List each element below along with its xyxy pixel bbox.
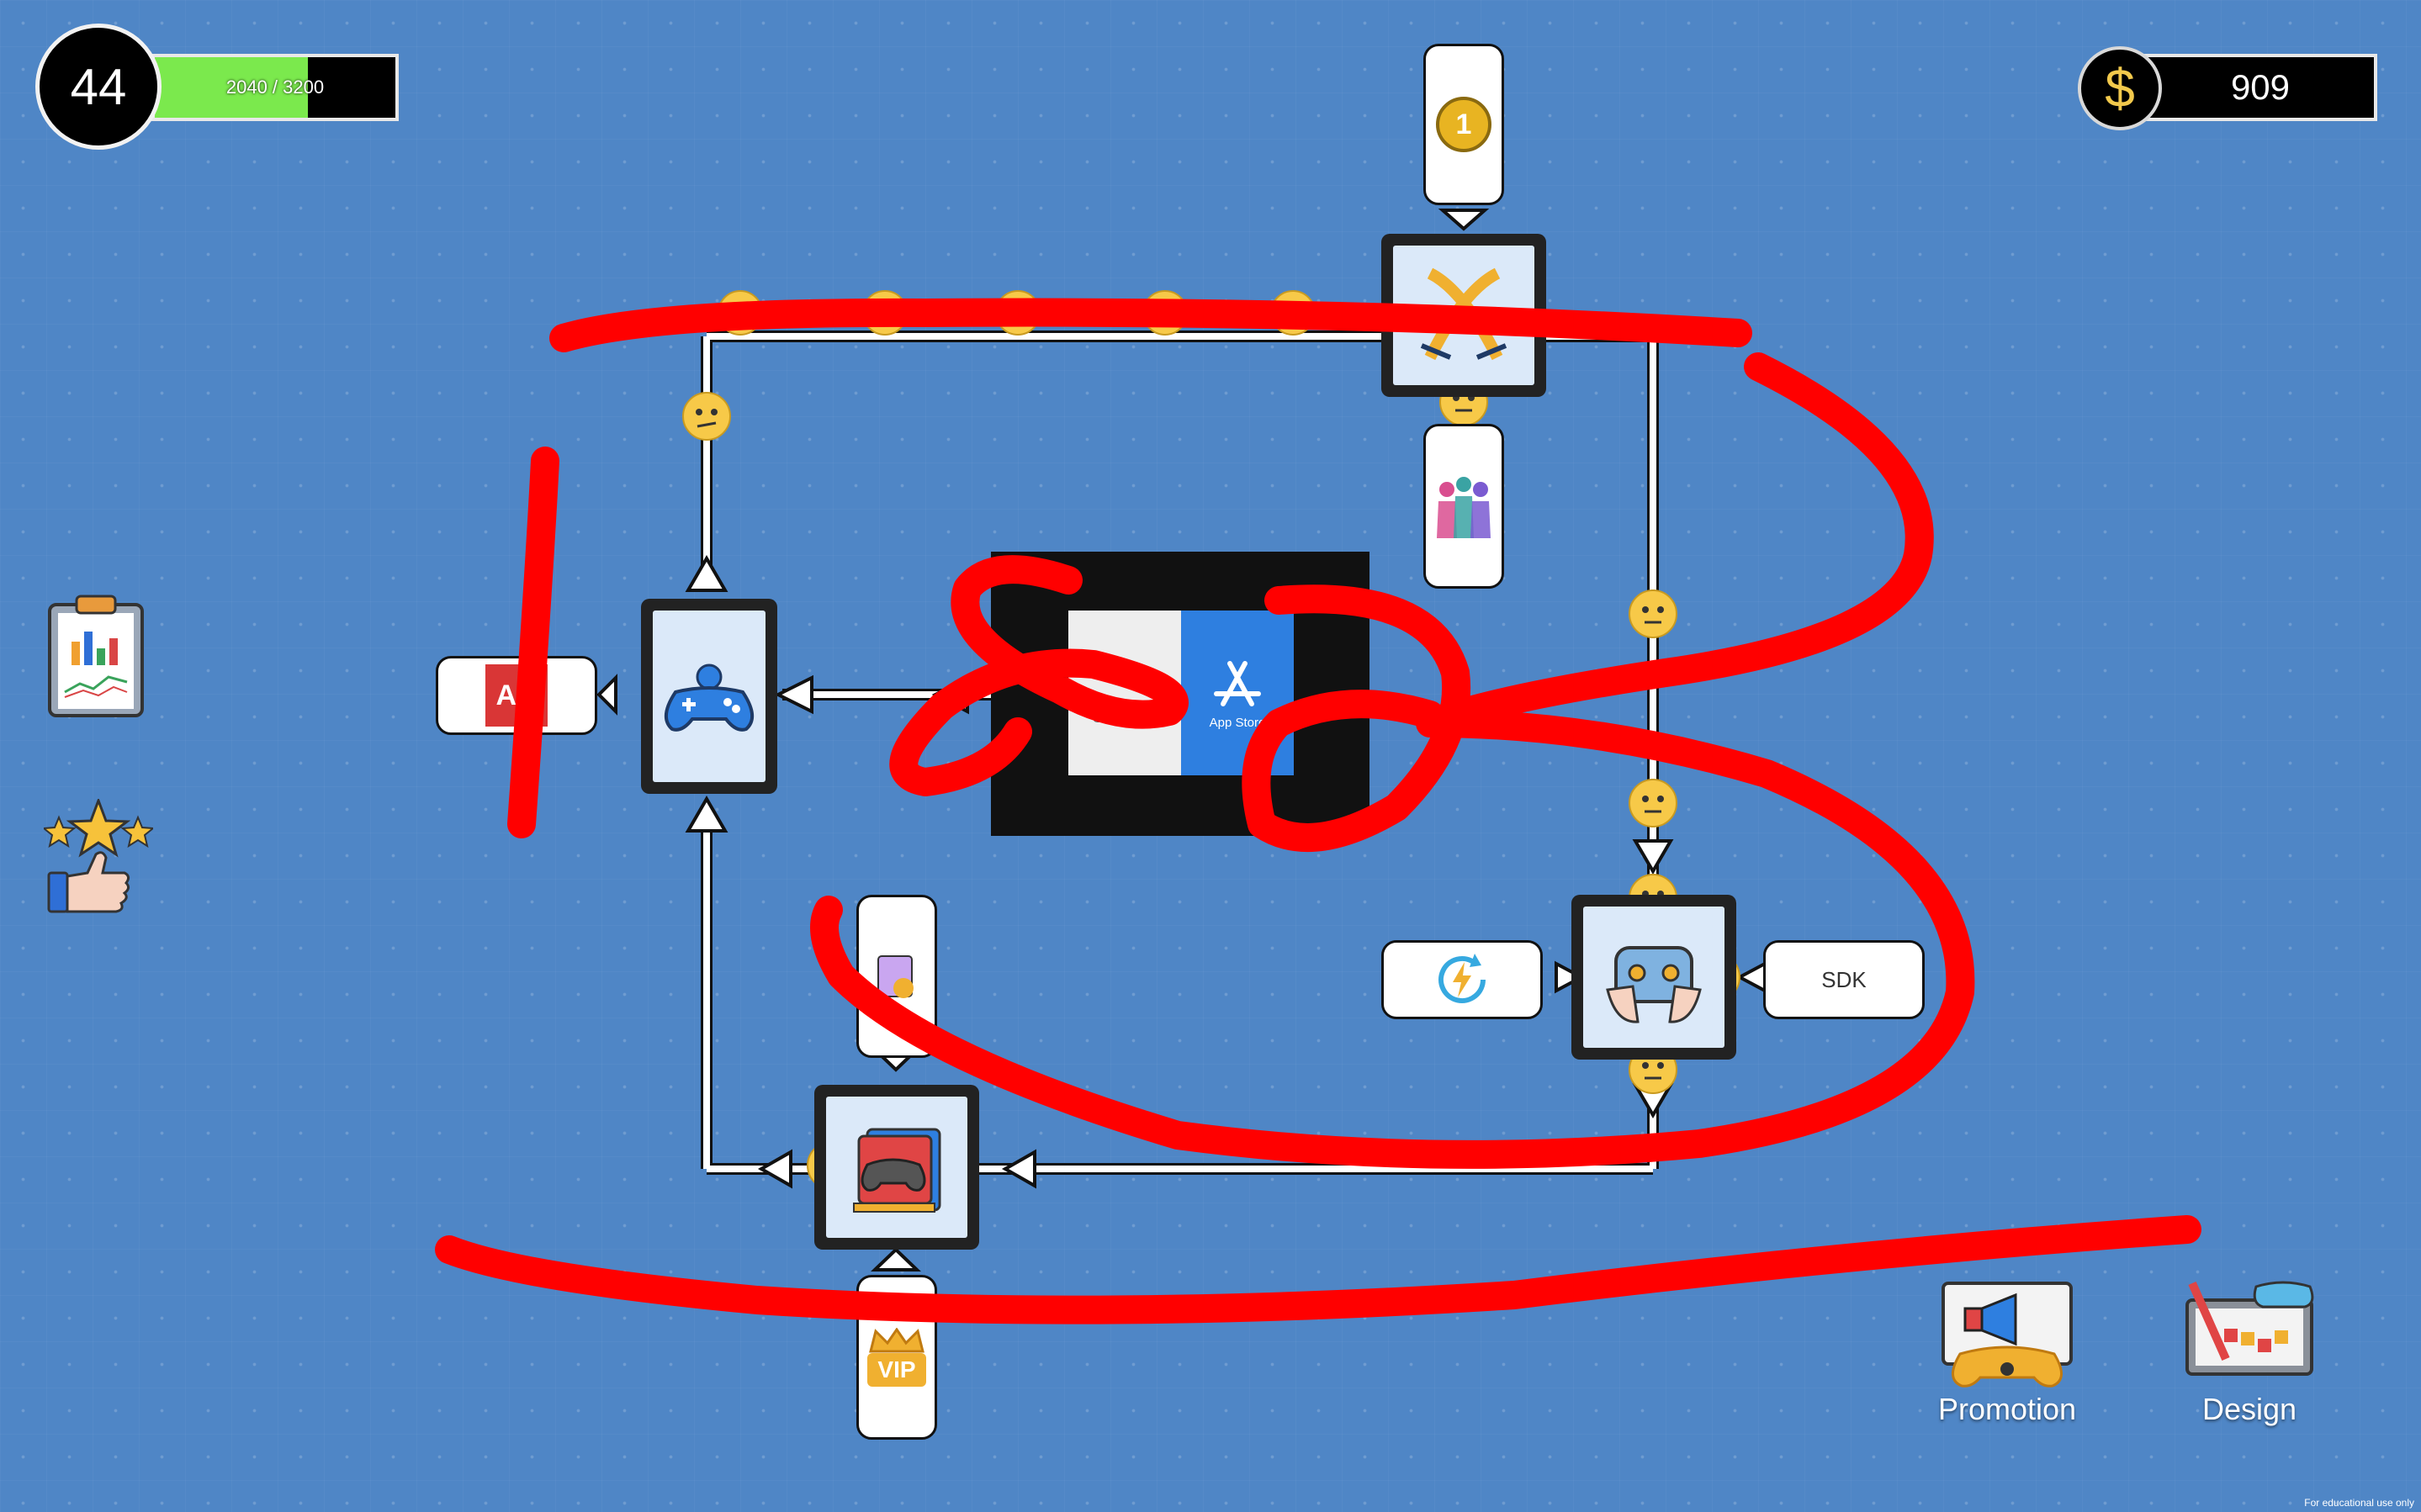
battle-node[interactable] — [1381, 234, 1546, 397]
app-store-icon — [1214, 660, 1261, 706]
game-dev-node[interactable] — [641, 599, 777, 794]
app-store-tile: App Store — [1181, 611, 1294, 775]
game-library-node[interactable] — [814, 1085, 979, 1250]
ads-node[interactable]: AD — [436, 656, 597, 735]
level-number: 44 — [70, 58, 127, 115]
design-button[interactable]: Design — [2175, 1278, 2323, 1426]
document-icon — [877, 955, 914, 998]
vip-crown-icon: VIP — [867, 1328, 926, 1387]
team-node[interactable] — [1423, 424, 1504, 589]
promotion-button[interactable]: Promotion — [1935, 1278, 2079, 1426]
vip-label: VIP — [867, 1353, 926, 1387]
footer-note: For educational use only — [2304, 1497, 2414, 1509]
monitor-design-icon — [2185, 1281, 2314, 1376]
google-play-label: Google Play — [1092, 711, 1158, 725]
vip-node[interactable]: VIP — [856, 1275, 937, 1440]
people-icon — [1437, 477, 1491, 538]
sdk-node[interactable]: SDK — [1763, 940, 1925, 1019]
hands-controller-icon — [1606, 946, 1702, 1023]
google-play-tile: Google Play — [1068, 611, 1181, 775]
arrow-up — [685, 555, 728, 592]
ads-icon: AD — [485, 664, 548, 727]
xp-progress-bar: 2040 / 3200 — [151, 54, 399, 121]
refresh-bolt-icon — [1438, 954, 1486, 1003]
crossed-swords-icon — [1420, 267, 1507, 361]
level-badge: 44 — [35, 24, 162, 150]
megaphone-gamepad-icon — [1942, 1282, 2073, 1388]
design-label: Design — [2201, 1392, 2297, 1426]
game-cards-icon — [853, 1128, 941, 1213]
xp-text: 2040 / 3200 — [225, 77, 325, 98]
store-release-node[interactable]: Google Play App Store — [991, 552, 1369, 836]
coin-icon: 1 — [1436, 97, 1491, 152]
app-store-label: App Store — [1209, 715, 1266, 730]
design-doc-node[interactable] — [856, 895, 937, 1058]
coin-node[interactable]: 1 — [1423, 44, 1504, 205]
gamepad-gear-icon — [665, 663, 754, 732]
sdk-label: SDK — [1821, 966, 1867, 992]
update-node[interactable] — [1381, 940, 1543, 1019]
crown-icon — [869, 1328, 924, 1353]
dollar-coin-icon: $ — [2078, 46, 2162, 130]
promotion-label: Promotion — [1937, 1392, 2077, 1426]
playtest-node[interactable] — [1571, 895, 1736, 1060]
